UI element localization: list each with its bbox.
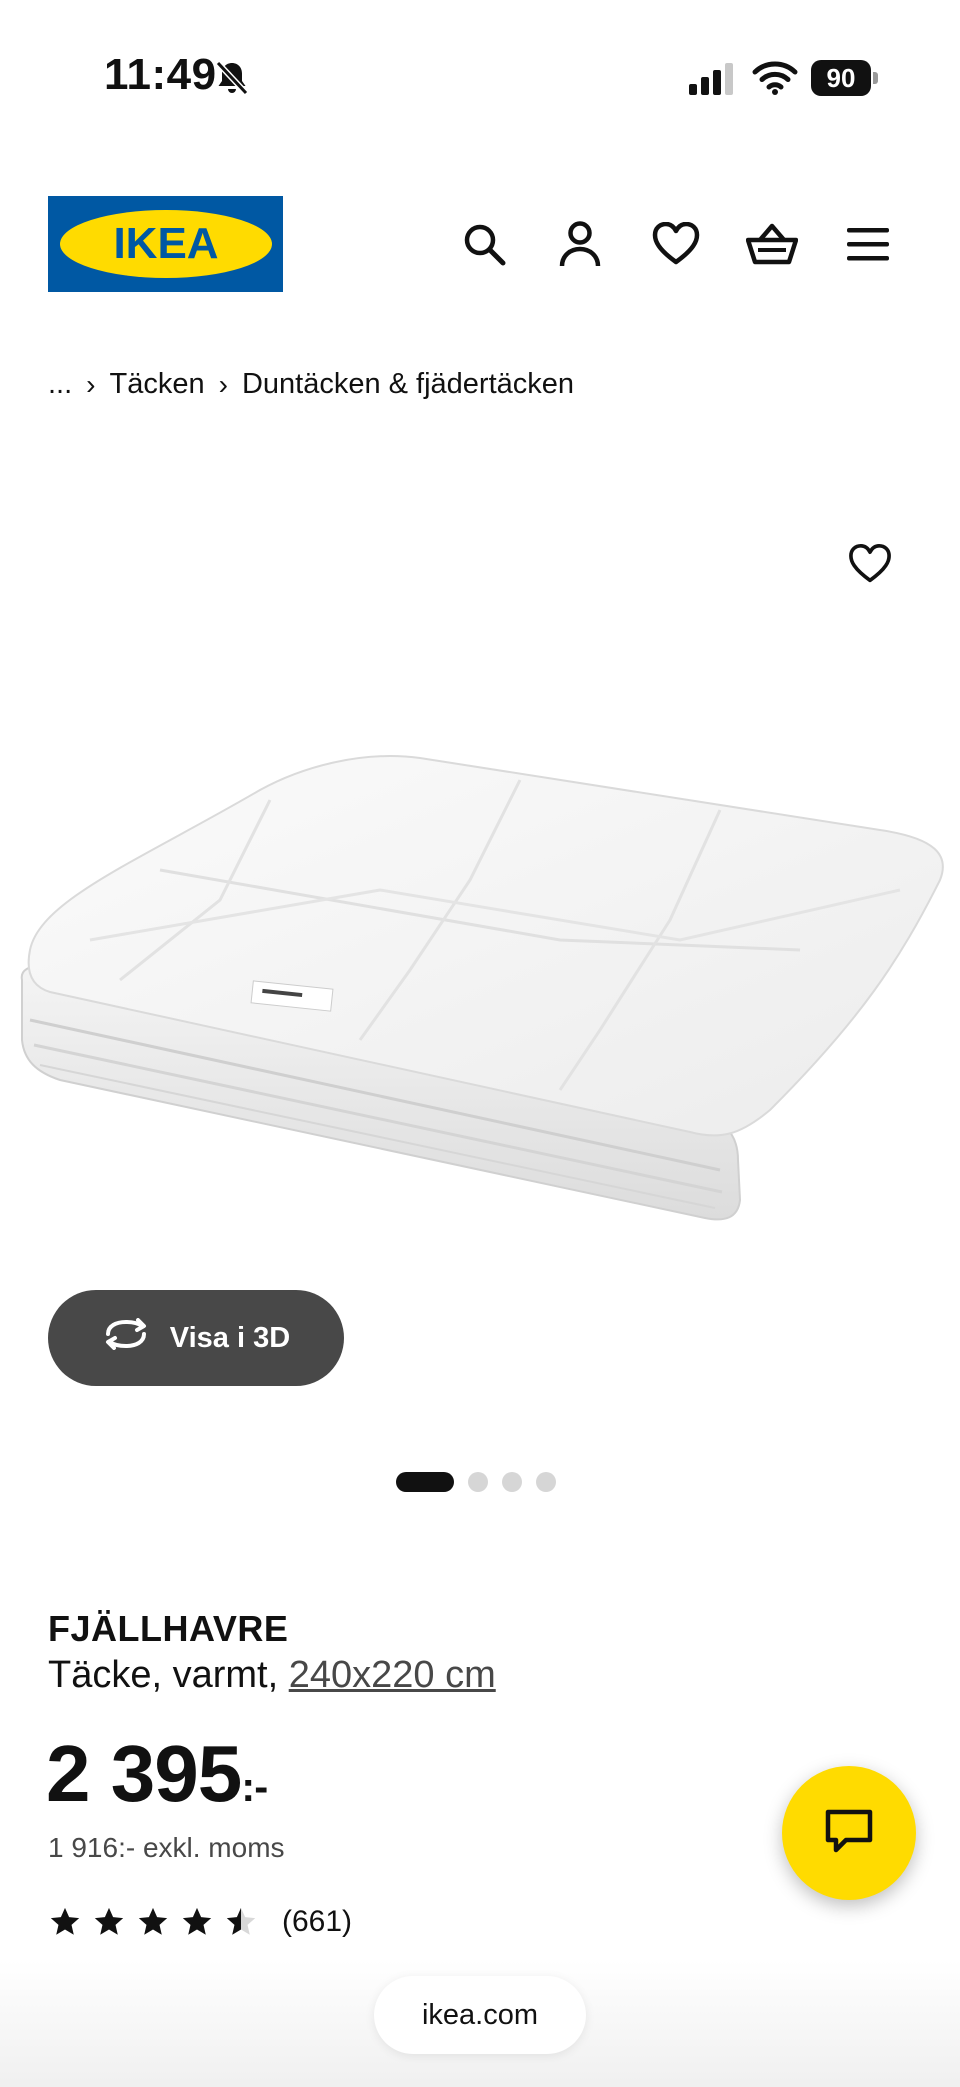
price-amount: 2 395: [46, 1729, 242, 1818]
carousel-dot-4[interactable]: [536, 1472, 556, 1492]
review-count: (661): [282, 1905, 353, 1938]
breadcrumb-item-tacken[interactable]: Täcken: [110, 368, 205, 401]
chat-bubble-icon: [824, 1808, 874, 1859]
price-excl-vat: 1 916:- exkl. moms: [48, 1832, 285, 1863]
chevron-right-icon: ›: [218, 368, 228, 400]
chat-button[interactable]: [782, 1766, 916, 1900]
carousel-dot-1[interactable]: [396, 1472, 454, 1492]
product-price: 2 395:-: [46, 1728, 268, 1820]
search-icon[interactable]: [458, 218, 510, 270]
cart-icon[interactable]: [746, 218, 798, 270]
save-to-favourites-heart-icon[interactable]: [842, 536, 898, 592]
view-in-3d-button[interactable]: Visa i 3D: [48, 1290, 344, 1386]
breadcrumb: ... › Täcken › Duntäcken & fjädertäcken: [48, 368, 574, 401]
carousel-dot-2[interactable]: [468, 1472, 488, 1492]
product-name: FJÄLLHAVRE: [48, 1608, 289, 1649]
star-full-icon: [182, 1907, 212, 1935]
battery-indicator: 90: [811, 60, 879, 96]
battery-level: 90: [811, 60, 871, 96]
product-description: Täcke, varmt, 240x220 cm: [48, 1654, 496, 1697]
status-time: 11:49: [104, 50, 217, 99]
star-full-icon: [94, 1907, 124, 1935]
product-rating[interactable]: (661): [48, 1905, 352, 1939]
browser-url-bar[interactable]: ikea.com: [374, 1976, 586, 2054]
product-size-link[interactable]: 240x220 cm: [289, 1654, 496, 1696]
logo-text: IKEA: [113, 219, 218, 268]
breadcrumb-ellipsis[interactable]: ...: [48, 368, 72, 401]
ikea-logo[interactable]: IKEA: [48, 196, 283, 292]
carousel-dot-3[interactable]: [502, 1472, 522, 1492]
price-suffix: :-: [241, 1763, 268, 1810]
cell-signal-icon: [688, 62, 734, 96]
image-carousel-indicator: [396, 1472, 556, 1492]
heart-icon[interactable]: [650, 218, 702, 270]
product-image-duvet[interactable]: [0, 640, 960, 1290]
product-description-text: Täcke, varmt,: [48, 1654, 289, 1696]
account-icon[interactable]: [554, 218, 606, 270]
star-full-icon: [138, 1907, 168, 1935]
view-in-3d-label: Visa i 3D: [169, 1321, 291, 1354]
wifi-icon: [752, 60, 798, 96]
star-full-icon: [50, 1907, 80, 1935]
breadcrumb-item-duntacken[interactable]: Duntäcken & fjädertäcken: [242, 368, 574, 401]
star-half-icon: [226, 1907, 256, 1935]
chevron-right-icon: ›: [86, 368, 96, 400]
bell-muted-icon: [212, 58, 252, 98]
menu-icon[interactable]: [842, 218, 894, 270]
rotate-3d-icon: [102, 1318, 150, 1358]
